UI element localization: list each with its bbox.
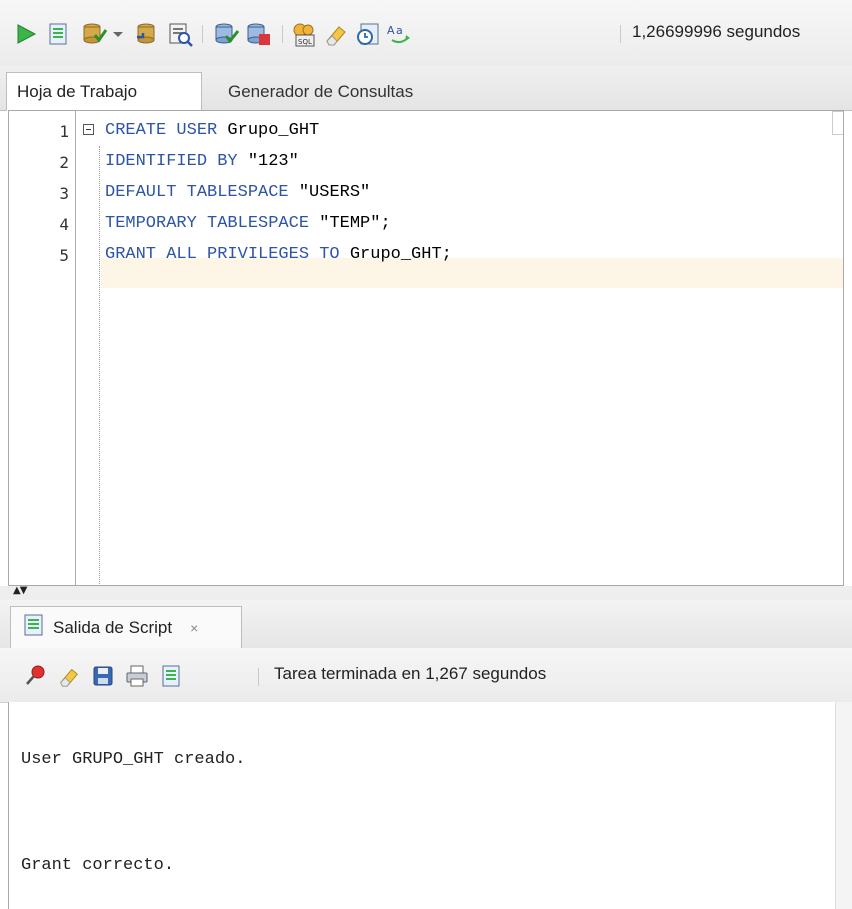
save-icon[interactable] bbox=[90, 663, 116, 689]
line-number: 2 bbox=[59, 153, 69, 172]
output-tab-label: Salida de Script bbox=[53, 617, 173, 637]
output-toolbar: Tarea terminada en 1,267 segundos bbox=[0, 648, 852, 703]
format-case-icon[interactable]: Aa bbox=[386, 20, 414, 48]
tab-generador-de-consultas[interactable]: Generador de Consultas bbox=[218, 74, 423, 110]
worksheet-toolbar: SQL Aa 1,26699996 segundos bbox=[0, 0, 852, 67]
line-number-gutter: 1 2 3 4 5 bbox=[9, 111, 76, 585]
toolbar-separator bbox=[282, 25, 283, 43]
splitter-arrows-icon[interactable]: ▲▼ bbox=[13, 586, 27, 596]
sql-value: "123" bbox=[247, 152, 299, 171]
worksheet-tabbar: Hoja de Trabajo Generador de Consultas bbox=[0, 66, 852, 111]
script-output-area[interactable]: User GRUPO_GHT creado. Grant correcto. bbox=[8, 702, 852, 909]
task-status: Tarea terminada en 1,267 segundos bbox=[274, 664, 547, 683]
tab-hoja-de-trabajo[interactable]: Hoja de Trabajo bbox=[6, 72, 202, 111]
sql-keyword: CREATE USER bbox=[105, 121, 228, 140]
script-output-icon bbox=[23, 614, 45, 641]
code-line: TEMPORARY TABLESPACE "TEMP"; bbox=[105, 210, 391, 238]
toolbar-separator bbox=[258, 668, 259, 686]
line-number: 3 bbox=[59, 184, 69, 203]
sql-value: "TEMP"; bbox=[319, 214, 391, 233]
output-scrollbar[interactable] bbox=[835, 702, 852, 909]
sql-worksheet-history-icon[interactable] bbox=[354, 20, 382, 48]
svg-text:SQL: SQL bbox=[298, 38, 312, 46]
fold-guide-line bbox=[99, 146, 100, 585]
run-script-icon[interactable] bbox=[44, 20, 72, 48]
output-line: User GRUPO_GHT creado. bbox=[21, 750, 246, 769]
sql-value: Grupo_GHT bbox=[227, 121, 320, 140]
clear-output-icon[interactable] bbox=[56, 663, 82, 689]
commit-icon[interactable] bbox=[80, 20, 108, 48]
sql-keyword: IDENTIFIED BY bbox=[105, 152, 248, 171]
sql-keyword: DEFAULT TABLESPACE bbox=[105, 183, 299, 202]
code-line: IDENTIFIED BY "123" bbox=[105, 148, 299, 176]
sql-value: "USERS" bbox=[298, 183, 371, 202]
print-icon[interactable] bbox=[124, 663, 150, 689]
toolbar-separator bbox=[202, 25, 203, 43]
dropdown-icon[interactable] bbox=[110, 20, 126, 48]
svg-text:a: a bbox=[396, 24, 403, 37]
output-line: Grant correcto. bbox=[21, 856, 175, 875]
sql-editor[interactable]: 1 2 3 4 5 CREATE USER Grupo_GHT IDENTIFI… bbox=[8, 110, 844, 586]
sql-value: Grupo_GHT; bbox=[349, 245, 452, 264]
code-line: GRANT ALL PRIVILEGES TO Grupo_GHT; bbox=[105, 241, 452, 269]
clear-icon[interactable] bbox=[322, 20, 350, 48]
tab-salida-de-script[interactable]: Salida de Script × bbox=[10, 606, 242, 648]
panel-splitter[interactable] bbox=[0, 586, 852, 600]
svg-text:A: A bbox=[387, 24, 395, 37]
line-number: 1 bbox=[59, 122, 69, 141]
sql-tuning-icon[interactable] bbox=[244, 20, 272, 48]
line-number: 4 bbox=[59, 215, 69, 234]
toolbar-separator bbox=[620, 25, 621, 43]
explain-plan-icon[interactable] bbox=[166, 20, 194, 48]
code-line: CREATE USER Grupo_GHT bbox=[105, 117, 319, 145]
open-script-icon[interactable] bbox=[158, 663, 184, 689]
output-tabbar: Salida de Script × bbox=[0, 600, 852, 649]
execution-time-status: 1,26699996 segundos bbox=[632, 22, 801, 41]
run-statement-icon[interactable] bbox=[12, 20, 40, 48]
autotrace-icon[interactable] bbox=[212, 20, 240, 48]
rollback-icon[interactable] bbox=[132, 20, 160, 48]
code-line: DEFAULT TABLESPACE "USERS" bbox=[105, 179, 370, 207]
sql-keyword: TEMPORARY TABLESPACE bbox=[105, 214, 320, 233]
fold-toggle-icon[interactable] bbox=[83, 124, 94, 135]
close-tab-icon[interactable]: × bbox=[190, 620, 198, 636]
line-number: 5 bbox=[59, 246, 69, 265]
pin-icon[interactable] bbox=[22, 663, 48, 689]
sql-history-icon[interactable]: SQL bbox=[290, 20, 318, 48]
editor-scrollbar[interactable] bbox=[832, 111, 843, 135]
sql-keyword: GRANT ALL PRIVILEGES TO bbox=[105, 245, 350, 264]
